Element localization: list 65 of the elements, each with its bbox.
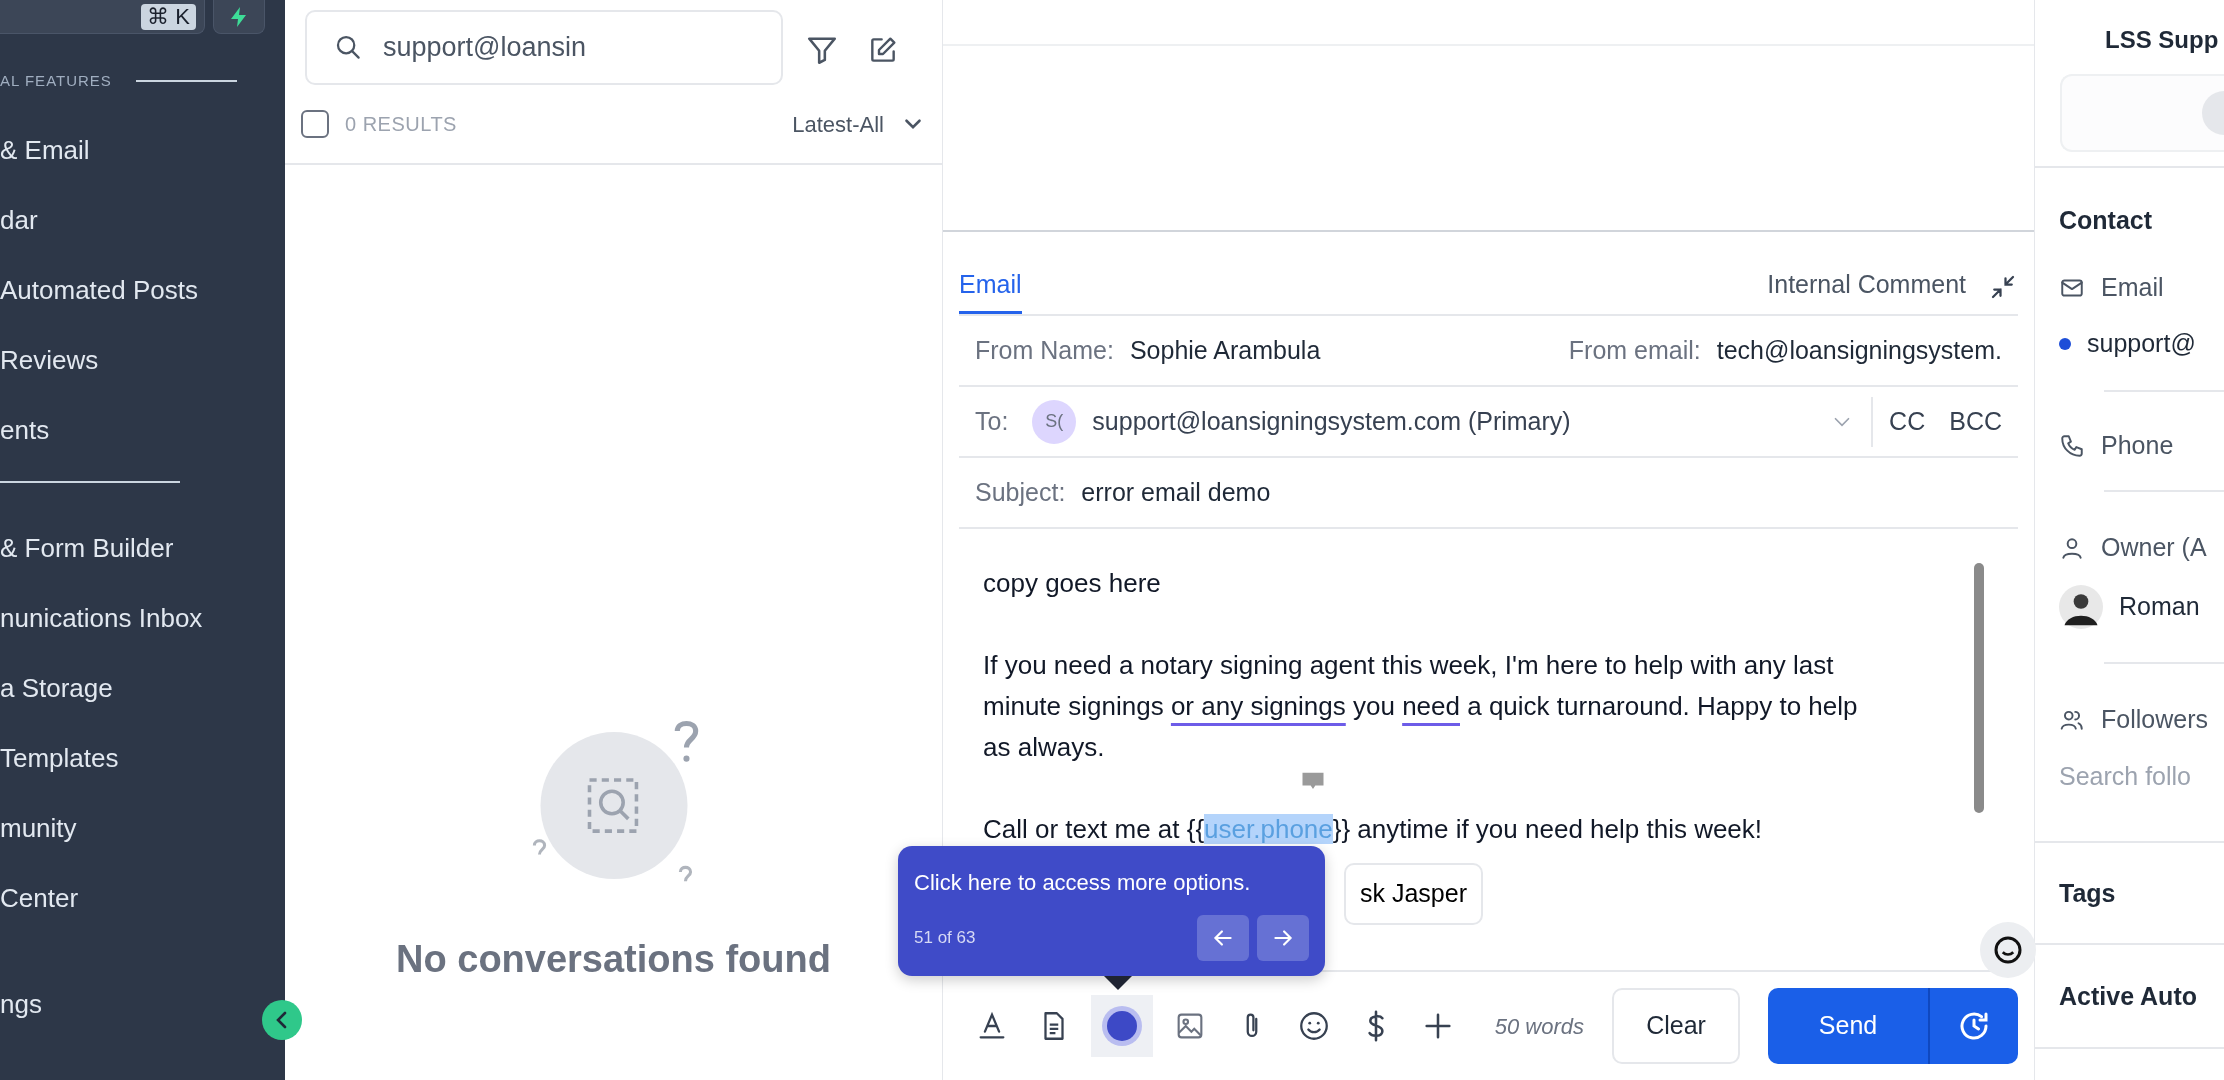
chat-widget-button[interactable]	[1980, 922, 2036, 978]
sidebar-item[interactable]: Center	[0, 862, 79, 933]
recipient-select[interactable]: support@loansigningsystem.com (Primary)	[1092, 402, 1856, 441]
sidebar-item[interactable]: ents	[0, 394, 50, 465]
from-name-value: Sophie Arambula	[1129, 334, 1321, 366]
sidebar-item[interactable]: dar	[0, 184, 38, 255]
previous-button[interactable]	[1197, 915, 1249, 961]
cc-button[interactable]: CC	[1889, 402, 1926, 441]
field-label: Email	[2101, 271, 2164, 303]
primary-dot	[2059, 337, 2071, 350]
empty-state-message: No conversations found	[396, 937, 831, 982]
field-label: Followers	[2101, 703, 2208, 735]
sidebar-item[interactable]: a Storage	[0, 652, 113, 723]
section-heading: Contact	[2059, 205, 2154, 236]
sidebar-item[interactable]: munity	[0, 792, 77, 863]
field-label: Subject:	[975, 476, 1066, 508]
section-label: AL FEATURES	[0, 71, 112, 91]
field-label: To:	[975, 405, 1009, 437]
section-heading[interactable]: Tags	[2035, 843, 2224, 943]
body-paragraph: If you need a notary signing agent this week, I'm here to help with any last minute signings or any signings you need a quick turnaround. Happy to help as always.	[983, 649, 1859, 764]
collapse-sidebar-button[interactable]	[262, 1000, 302, 1040]
section-heading[interactable]: Active Auto	[2035, 945, 2224, 1047]
send-button[interactable]: Send	[1768, 988, 1928, 1064]
search-bar[interactable]: ⌘ K	[0, 0, 205, 34]
field-label: From email:	[1568, 334, 1701, 366]
field-label: Owner (A	[2101, 531, 2207, 563]
sidebar-item[interactable]: Reviews	[0, 324, 99, 395]
phone-icon	[2059, 432, 2085, 459]
sidebar-item[interactable]: & Form Builder	[0, 512, 174, 583]
email-value[interactable]: support@	[2087, 324, 2196, 363]
schedule-button[interactable]	[1928, 988, 2018, 1064]
highlighted-tool-button[interactable]	[1091, 995, 1153, 1057]
ask-jasper-button[interactable]: sk Jasper	[1344, 863, 1483, 925]
tour-message: Click here to access more options.	[914, 869, 1252, 897]
field-label: Phone	[2101, 429, 2174, 461]
word-count: 50 words	[1494, 1012, 1584, 1041]
next-button[interactable]	[1257, 915, 1309, 961]
sidebar-item[interactable]: nunications Inbox	[0, 582, 203, 653]
panel-title: LSS Supp	[2105, 25, 2220, 55]
sort-dropdown[interactable]: Latest-All	[792, 107, 926, 141]
tour-pointer-icon	[1104, 976, 1132, 990]
scrollbar[interactable]	[1974, 563, 1984, 813]
tab[interactable]: Internal Comment	[1767, 265, 1966, 314]
sidebar-item[interactable]: Templates	[0, 722, 119, 793]
tour-step-counter: 51 of 63	[914, 927, 976, 950]
recipient-avatar: S(	[1032, 399, 1077, 444]
search-field[interactable]: support@loansin	[305, 10, 783, 85]
bcc-button[interactable]: BCC	[1949, 402, 2002, 441]
avatar-silhouette-icon	[2059, 584, 2103, 629]
body-paragraph: copy goes here	[983, 567, 1162, 600]
body-paragraph: Call or text me at {{user.phone}} anytime if you need help this week!	[983, 813, 1764, 846]
clear-button[interactable]: Clear	[1612, 988, 1740, 1064]
select-all-checkbox[interactable]	[301, 110, 329, 138]
sidebar-item[interactable]: & Email	[0, 114, 90, 185]
subject-value: error email demo	[1081, 476, 1271, 508]
results-count: 0 RESULTS	[345, 112, 457, 137]
from-email-value: tech@loansigningsystem.	[1716, 334, 2002, 366]
tab[interactable]: Email	[959, 265, 1022, 314]
owner-name: Roman	[2119, 590, 2200, 622]
quick-action-button[interactable]	[213, 0, 265, 34]
sidebar-item[interactable]: Automated Posts	[0, 254, 198, 325]
shortcut-key: ⌘ K	[141, 3, 196, 30]
smiley-icon	[1297, 1009, 1331, 1043]
field-label: From Name:	[975, 334, 1114, 366]
sidebar-item[interactable]: ngs	[0, 968, 42, 1039]
